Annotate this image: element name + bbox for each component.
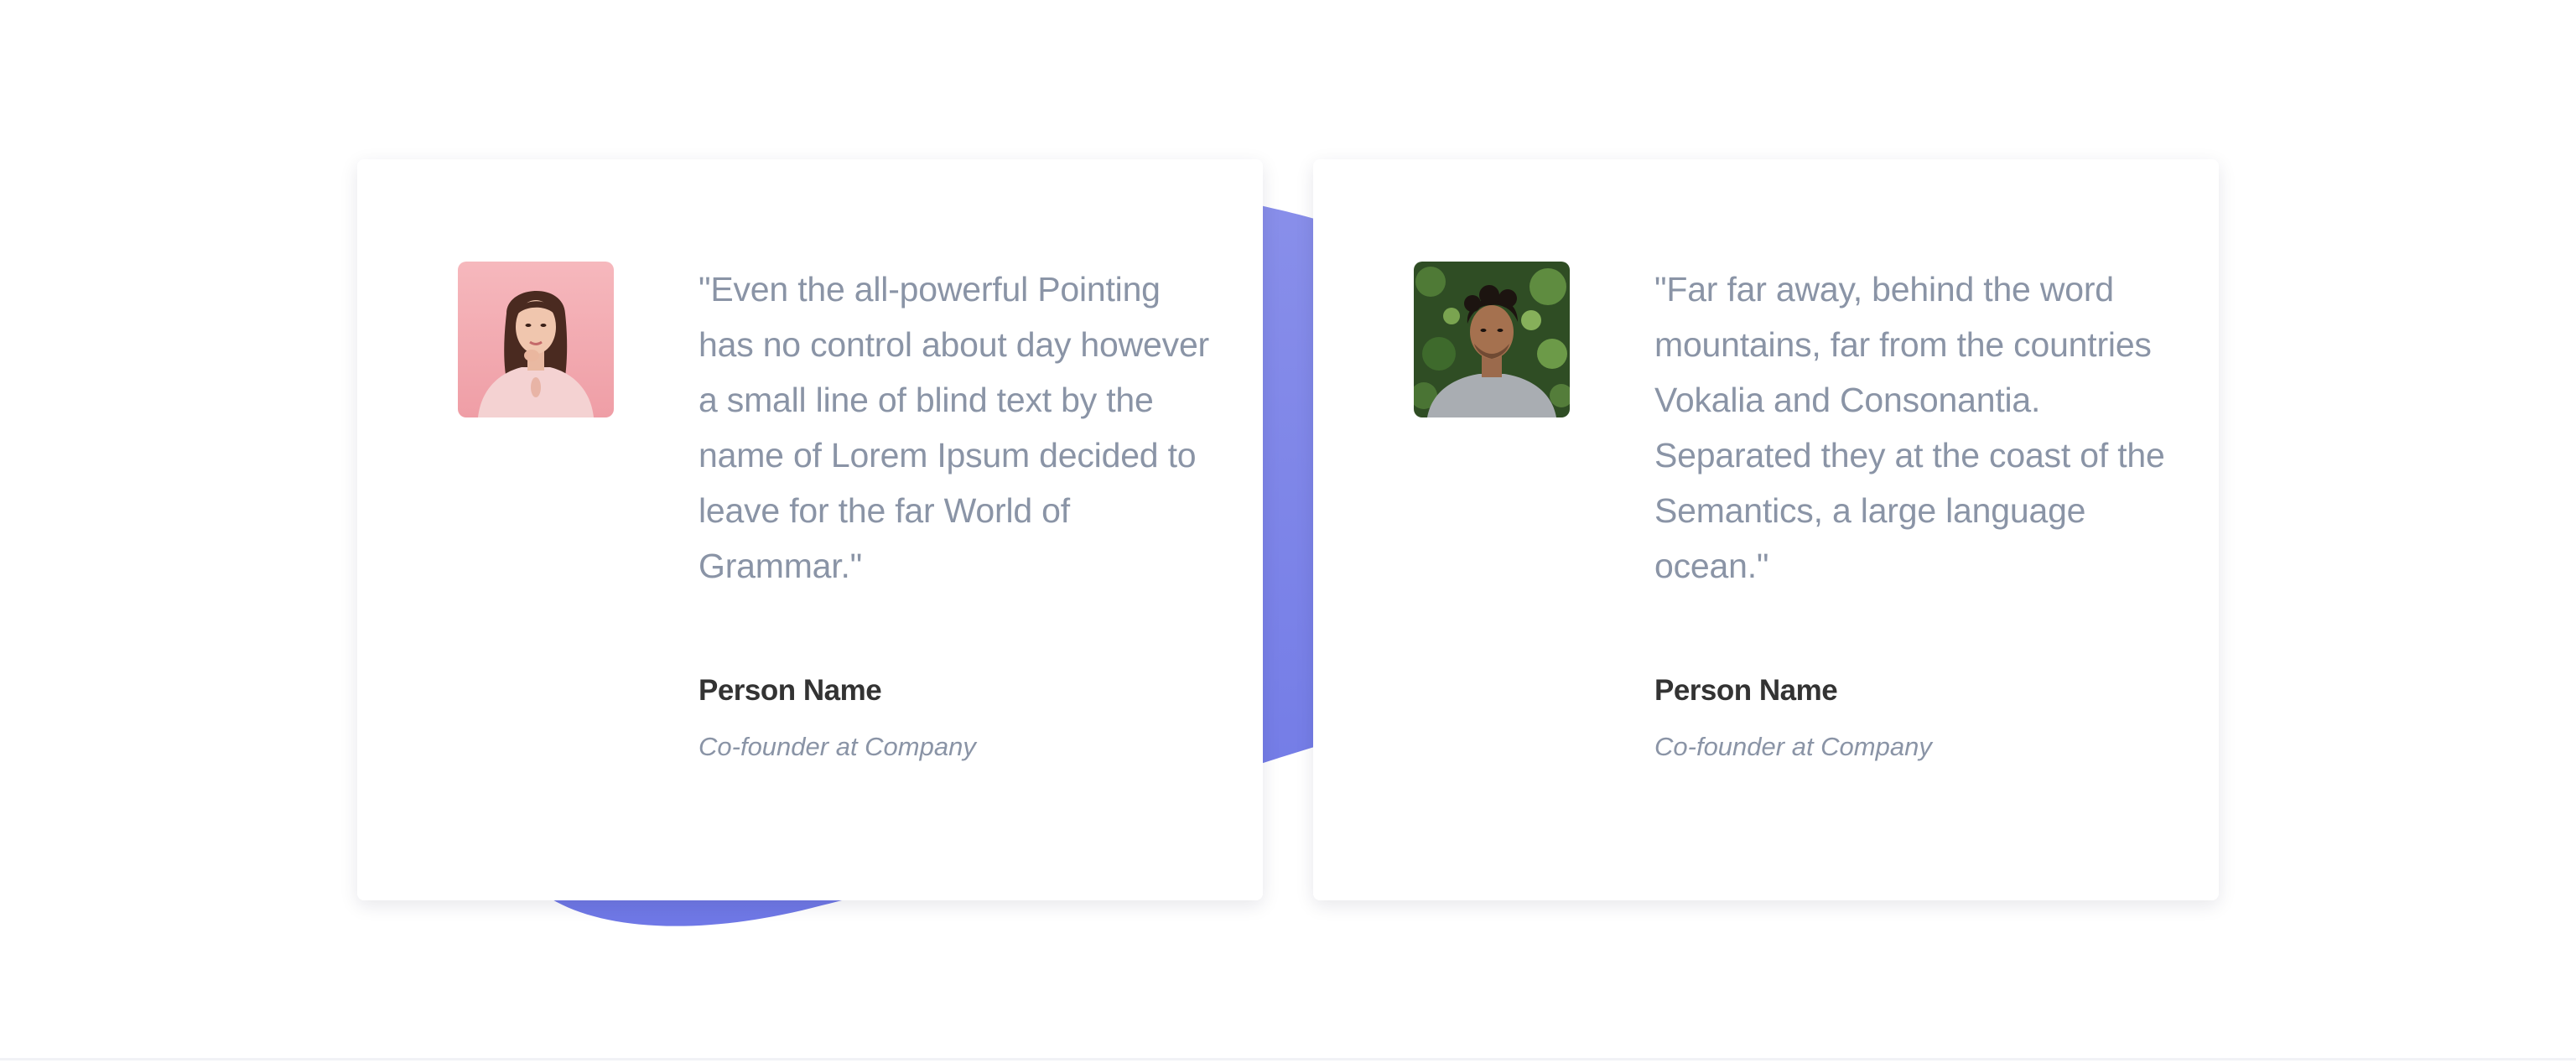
woman-portrait-icon (458, 262, 614, 417)
person-name: Person Name (699, 674, 882, 707)
avatar (458, 262, 614, 417)
testimonials-section: "Even the all-powerful Pointing has no c… (0, 0, 2576, 1063)
person-role: Co-founder at Company (699, 732, 976, 761)
testimonial-card: "Even the all-powerful Pointing has no c… (357, 159, 1263, 900)
person-role: Co-founder at Company (1654, 732, 1932, 761)
testimonial-card: "Far far away, behind the word mountains… (1313, 159, 2219, 900)
avatar (1414, 262, 1570, 417)
testimonial-quote: "Even the all-powerful Pointing has no c… (699, 270, 1210, 585)
man-portrait-icon (1414, 262, 1570, 417)
person-name: Person Name (1654, 674, 1838, 707)
section-divider (0, 1058, 2576, 1060)
testimonial-quote: "Far far away, behind the word mountains… (1654, 270, 2165, 585)
